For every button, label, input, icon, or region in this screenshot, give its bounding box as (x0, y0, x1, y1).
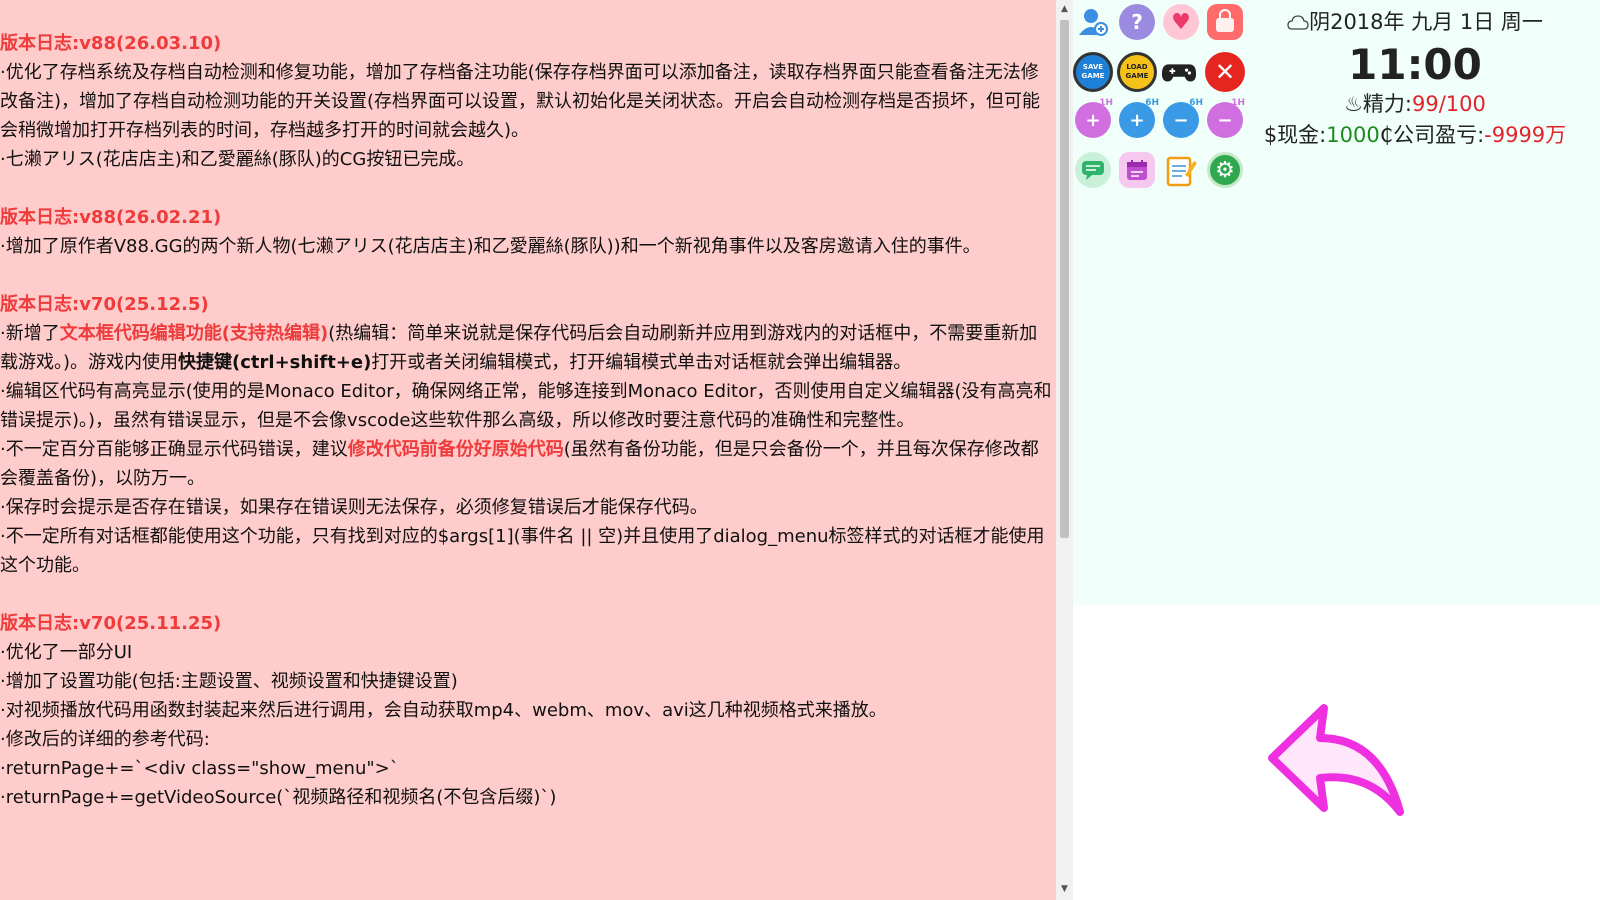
wait-1h-back-icon[interactable]: − 1H (1207, 98, 1245, 138)
wait-label: 1H (1099, 98, 1113, 108)
shortcut-text: 快捷键(ctrl+shift+e) (178, 352, 372, 373)
highlight-text: 修改代码前备份好原始代码 (347, 439, 564, 460)
energy-value: 99/100 (1412, 92, 1486, 116)
changelog-line: ·不一定百分百能够正确显示代码错误，建议修改代码前备份好原始代码(虽然有备份功能… (0, 439, 1039, 489)
changelog-content: 版本日志:v88(26.03.10) ·优化了存档系统及存档自动检测和修复功能，… (0, 29, 1054, 812)
scroll-up-arrow-icon[interactable]: ▲ (1056, 2, 1073, 16)
changelog-line: ·对视频播放代码用函数封装起来然后进行调用，会自动获取mp4、webm、mov、… (0, 700, 887, 721)
user-add-icon[interactable] (1075, 4, 1111, 40)
changelog-title: 版本日志:v88(26.02.21) (0, 207, 222, 228)
energy-line: ♨精力:99/100 (1240, 90, 1590, 118)
changelog-line: ·新增了文本框代码编辑功能(支持热编辑)(热编辑：简单来说就是保存代码后会自动刷… (0, 323, 1038, 373)
cash-value: 1000 (1326, 123, 1380, 147)
help-icon[interactable]: ? (1119, 4, 1155, 40)
company-value: -9999万 (1484, 123, 1567, 147)
company-label: ₵公司盈亏: (1379, 123, 1485, 147)
gamepad-icon[interactable] (1161, 54, 1197, 90)
changelog-line: ·优化了存档系统及存档自动检测和修复功能，增加了存档备注功能(保存存档界面可以添… (0, 62, 1041, 141)
shopping-bag-icon[interactable] (1207, 4, 1243, 40)
changelog-line: ·增加了设置功能(包括:主题设置、视频设置和快捷键设置) (0, 671, 458, 692)
scrollbar[interactable]: ▲ ▼ (1056, 0, 1073, 900)
changelog-line: ·不一定所有对话框都能使用这个功能，只有找到对应的$args[1](事件名 ||… (0, 526, 1045, 576)
cloud-icon (1287, 10, 1309, 38)
status-info: 阴2018年 九月 1日 周一 11:00 ♨精力:99/100 $现金:100… (1240, 8, 1590, 152)
settings-icon[interactable]: ⚙ (1207, 152, 1243, 188)
changelog-title: 版本日志:v70(25.12.5) (0, 294, 209, 315)
wait-6h-back-icon[interactable]: − 6H (1163, 98, 1203, 138)
changelog-line: ·编辑区代码有高亮显示(使用的是Monaco Editor，确保网络正常，能够连… (0, 381, 1052, 431)
load-game-label: LOAD GAME (1120, 55, 1154, 89)
changelog-line: ·优化了一部分UI (0, 642, 133, 663)
wait-label: 6H (1189, 98, 1203, 108)
back-arrow-icon[interactable] (1262, 700, 1422, 830)
wait-6h-icon[interactable]: + 6H (1119, 98, 1159, 138)
wait-label: 6H (1145, 98, 1159, 108)
changelog-line: ·七濑アリス(花店店主)和乙愛麗絲(豚队)的CG按钮已完成。 (0, 149, 475, 170)
highlight-text: 文本框代码编辑功能(支持热编辑) (59, 323, 329, 344)
load-game-icon[interactable]: LOAD GAME (1117, 52, 1157, 92)
changelog-title: 版本日志:v70(25.11.25) (0, 613, 222, 634)
changelog-line: ·returnPage+=`<div class="show_menu">` (0, 758, 399, 779)
clock: 11:00 (1348, 40, 1482, 89)
save-game-label: SAVE GAME (1076, 55, 1110, 89)
changelog-line: ·增加了原作者V88.GG的两个新人物(七濑アリス(花店店主)和乙愛麗絲(豚队)… (0, 236, 981, 257)
notes-icon[interactable] (1163, 152, 1199, 188)
save-game-icon[interactable]: SAVE GAME (1073, 52, 1113, 92)
heart-icon[interactable]: ♥ (1163, 4, 1199, 40)
scroll-thumb[interactable] (1060, 20, 1069, 538)
cash-label: $现金: (1263, 123, 1327, 147)
chat-icon[interactable] (1075, 152, 1111, 188)
changelog-panel[interactable]: 版本日志:v88(26.03.10) ·优化了存档系统及存档自动检测和修复功能，… (0, 0, 1056, 900)
changelog-line: ·修改后的详细的参考代码: (0, 729, 210, 750)
money-line: $现金:1000₵公司盈亏:-9999万 (1240, 118, 1590, 152)
changelog-line: ·保存时会提示是否存在错误，如果存在错误则无法保存，必须修复错误后才能保存代码。 (0, 497, 708, 518)
scroll-down-arrow-icon[interactable]: ▼ (1056, 882, 1073, 896)
energy-label: ♨精力: (1344, 92, 1412, 116)
date-text: 阴2018年 九月 1日 周一 (1309, 10, 1543, 34)
changelog-title: 版本日志:v88(26.03.10) (0, 33, 222, 54)
date-line: 阴2018年 九月 1日 周一 (1240, 8, 1590, 38)
close-icon[interactable]: ✕ (1205, 52, 1245, 92)
wait-1h-icon[interactable]: + 1H (1075, 98, 1113, 138)
changelog-line: ·returnPage+=getVideoSource(`视频路径和视频名(不包… (0, 787, 557, 808)
calendar-icon[interactable] (1119, 152, 1155, 188)
